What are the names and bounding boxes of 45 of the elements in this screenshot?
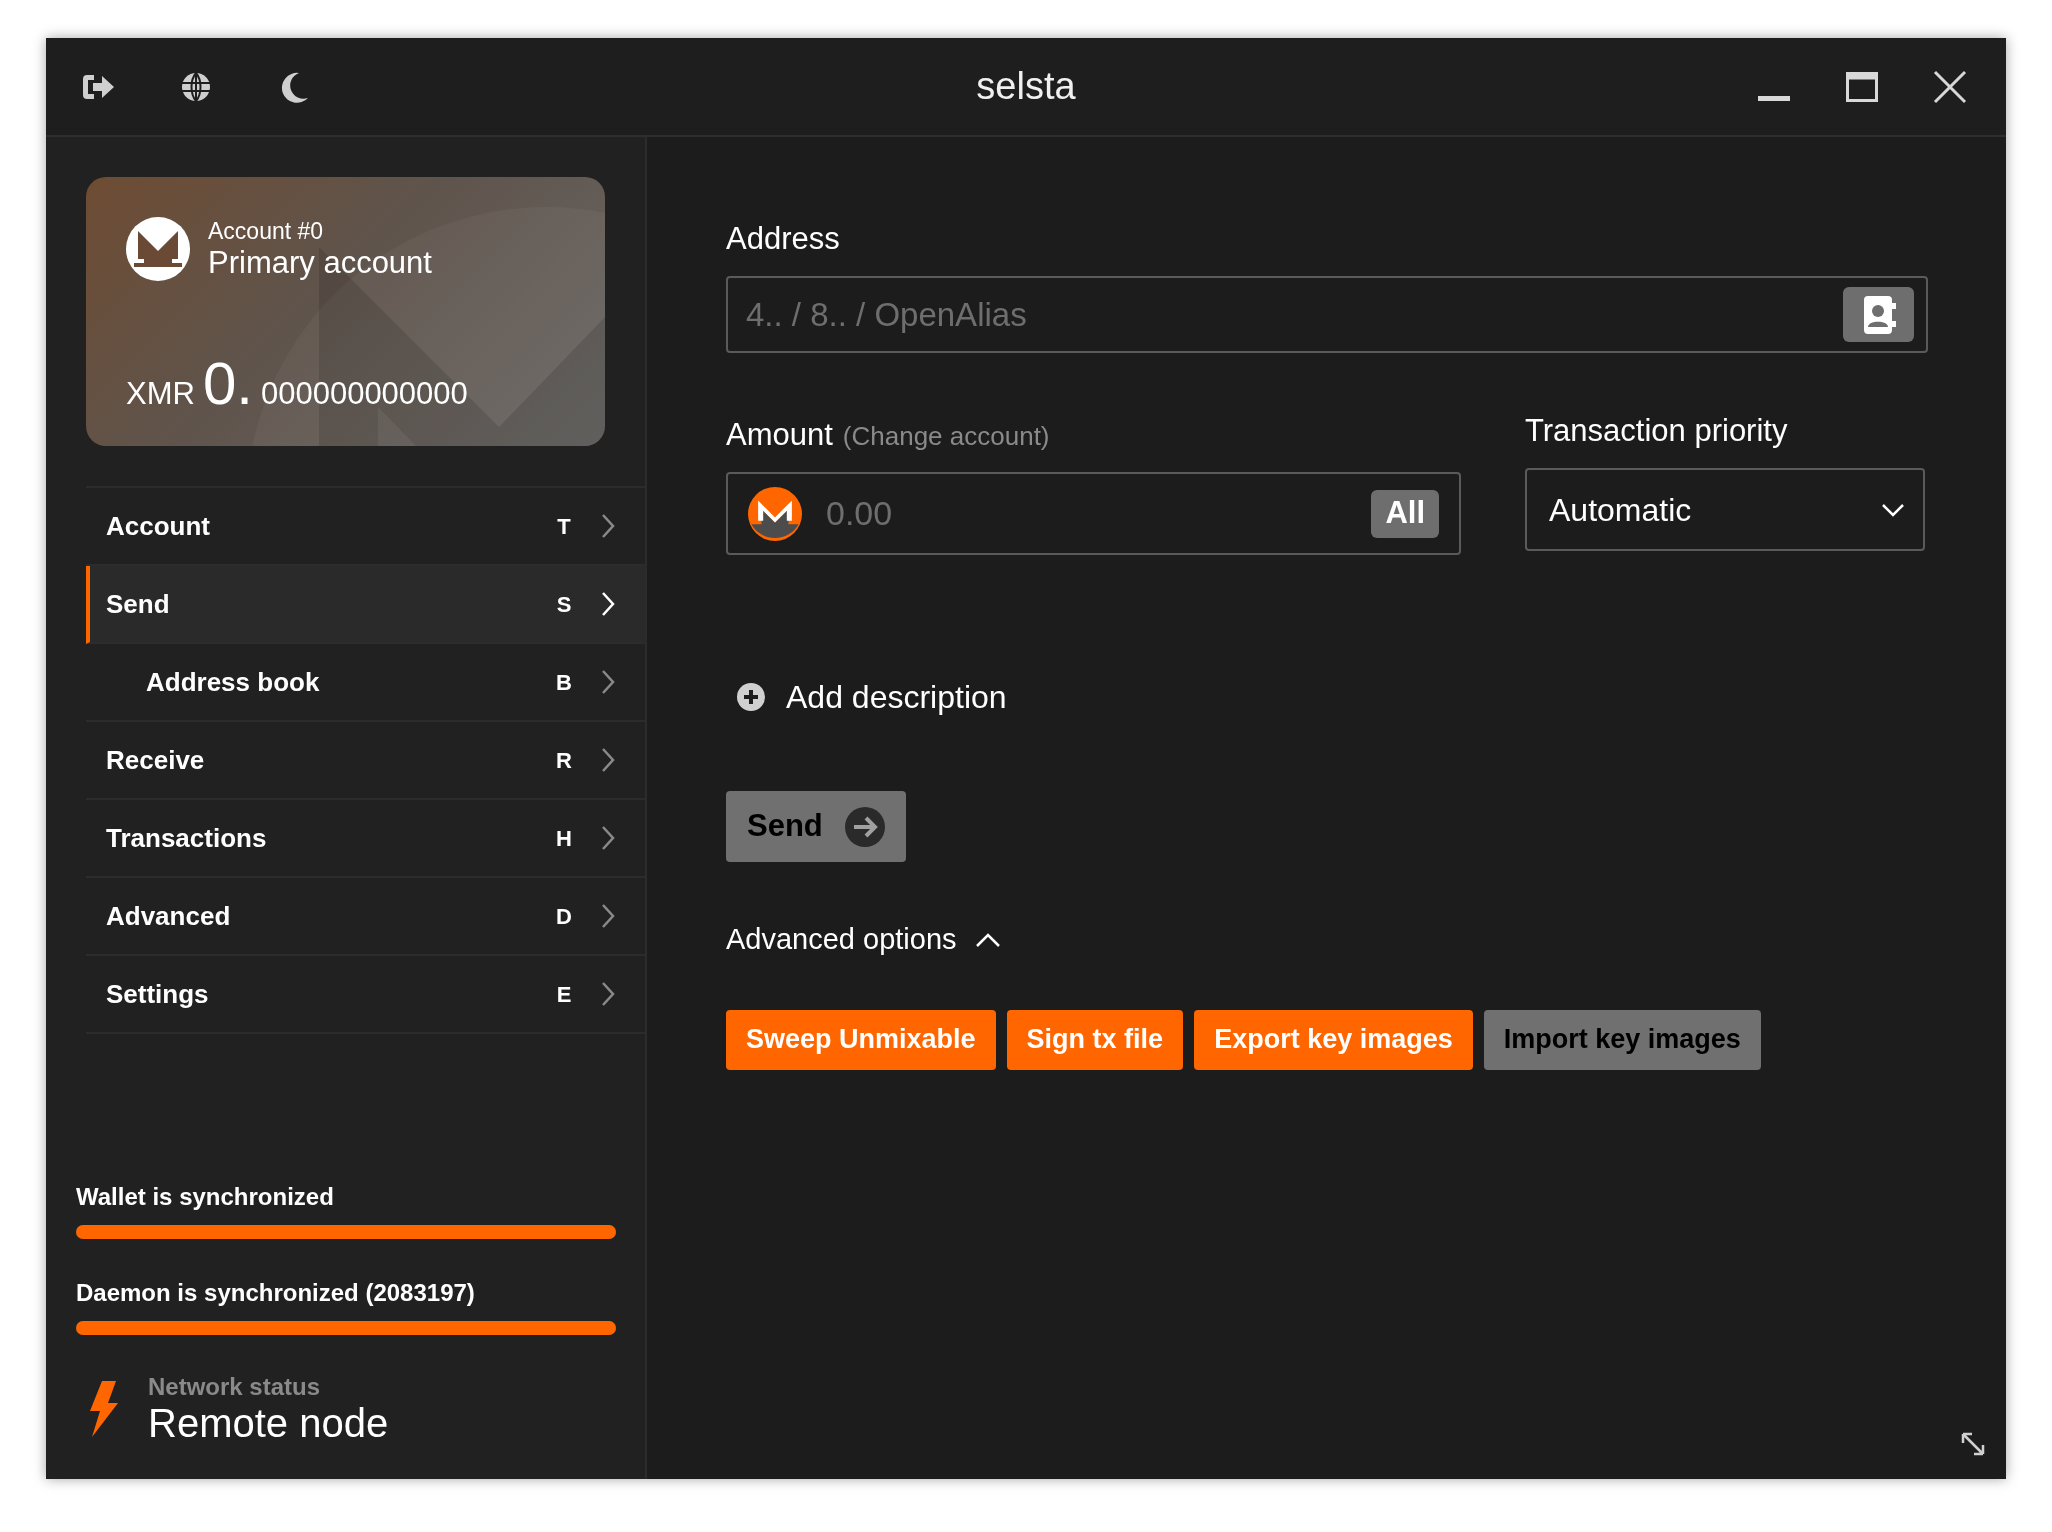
- account-number: Account #0: [208, 220, 325, 243]
- chevron-right-icon: [601, 591, 615, 617]
- chevron-down-icon: [1881, 502, 1905, 517]
- chevron-right-icon: [601, 513, 615, 539]
- sidebar-item[interactable]: Transactions H: [86, 800, 645, 878]
- send-button[interactable]: Send: [726, 791, 906, 862]
- chevron-right-icon: [601, 825, 615, 851]
- monero-logo-icon: [126, 217, 190, 281]
- priority-label: Transaction priority: [1525, 415, 1789, 446]
- account-name: Primary account: [208, 247, 432, 278]
- lightning-icon: [88, 1381, 118, 1437]
- chevron-right-icon: [601, 669, 615, 695]
- balance-decimals: 000000000000: [260, 378, 468, 409]
- chevron-right-icon: [601, 747, 615, 773]
- resize-icon: [1960, 1431, 1986, 1457]
- sidebar-item[interactable]: Address book B: [86, 644, 645, 722]
- amount-field[interactable]: 0.00 All: [726, 472, 1461, 555]
- change-account-link[interactable]: (Change account): [842, 423, 1050, 449]
- chevron-right-icon: [601, 981, 615, 1007]
- chevron-right-icon: [601, 903, 615, 929]
- monero-logo-icon: [748, 486, 802, 541]
- network-status-label: Network status: [148, 1375, 322, 1399]
- sidebar-item[interactable]: Settings E: [86, 956, 645, 1034]
- currency-label: XMR: [126, 378, 195, 409]
- plus-circle-icon: [736, 682, 766, 712]
- network-status-value: Remote node: [148, 1403, 389, 1443]
- all-button[interactable]: All: [1371, 489, 1439, 538]
- add-description-button[interactable]: Add description: [736, 673, 1007, 721]
- sync-status-label: Wallet is synchronized: [76, 1185, 335, 1209]
- address-field[interactable]: 4.. / 8.. / OpenAlias: [726, 276, 1928, 353]
- sidebar-item[interactable]: Send S: [86, 566, 645, 644]
- window-title: selsta: [976, 64, 1076, 109]
- priority-dropdown[interactable]: Automatic: [1525, 468, 1925, 551]
- address-input[interactable]: 4.. / 8.. / OpenAlias: [746, 289, 1843, 340]
- amount-label: Amount: [726, 419, 833, 450]
- sidebar-item[interactable]: Receive R: [86, 722, 645, 800]
- sync-status-label: Daemon is synchronized (2083197): [76, 1281, 476, 1305]
- address-book-icon[interactable]: [1843, 287, 1914, 342]
- balance-integer: 0.: [202, 354, 253, 414]
- amount-input[interactable]: 0.00: [826, 488, 1372, 539]
- advanced-options-toggle[interactable]: Advanced options: [726, 918, 1001, 962]
- arrow-right-icon: [844, 806, 885, 847]
- sidebar-item[interactable]: Advanced D: [86, 878, 645, 956]
- address-label: Address: [726, 223, 841, 254]
- close-icon[interactable]: [1932, 68, 1968, 105]
